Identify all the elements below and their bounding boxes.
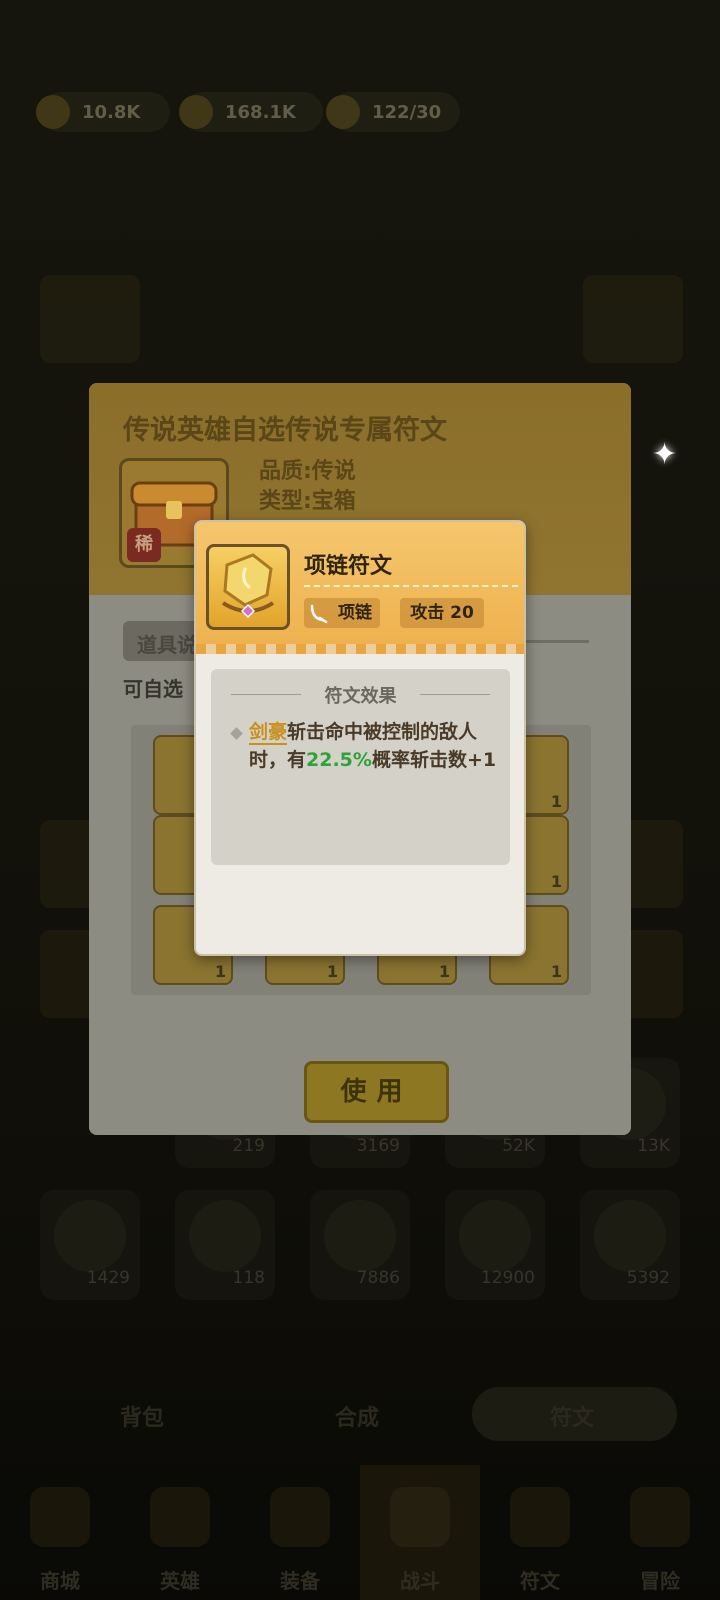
rune-popup-header: 项链符文 项链 攻击 20 xyxy=(196,522,524,654)
necklace-rune-icon xyxy=(221,553,275,619)
chest-type: 类型:宝箱 xyxy=(259,489,356,514)
effect-text-part: 概率斩击数+1 xyxy=(371,749,497,771)
rune-detail-popup: 项链符文 项链 攻击 20 符文效果 剑豪斩击命中被控制的敌人时，有22.5%概… xyxy=(194,520,526,956)
rune-qty: 1 xyxy=(326,962,338,981)
necklace-icon xyxy=(310,604,328,624)
hero-name: 剑豪 xyxy=(249,721,288,745)
bullet-icon xyxy=(230,727,243,740)
effect-percent: 22.5% xyxy=(306,749,372,771)
effect-description: 剑豪斩击命中被控制的敌人时，有22.5%概率斩击数+1 xyxy=(249,718,503,774)
chest-quality: 品质:传说 xyxy=(259,459,356,484)
sparkle-icon: ✦ xyxy=(652,437,678,472)
effect-title: 符文效果 xyxy=(324,686,397,707)
use-button[interactable]: 使用 xyxy=(304,1061,449,1123)
slot-chip: 项链 xyxy=(304,598,380,628)
item-desc-text: 可自选 xyxy=(123,677,183,701)
divider xyxy=(304,585,518,587)
attack-stat-chip: 攻击 20 xyxy=(400,598,484,628)
rune-qty: 1 xyxy=(550,792,562,811)
header-decoration xyxy=(196,644,524,654)
rune-qty: 1 xyxy=(214,962,226,981)
rune-qty: 1 xyxy=(438,962,450,981)
chest-title: 传说英雄自选传说专属符文 xyxy=(123,415,447,446)
rune-effect-panel: 符文效果 剑豪斩击命中被控制的敌人时，有22.5%概率斩击数+1 xyxy=(211,669,510,865)
rune-name: 项链符文 xyxy=(304,554,393,579)
rune-qty: 1 xyxy=(550,872,562,891)
rune-qty: 1 xyxy=(550,962,562,981)
screen: { "resources": [ {"name": "gem", "value"… xyxy=(0,0,720,1600)
rarity-badge: 稀 xyxy=(127,528,161,562)
slot-label: 项链 xyxy=(338,603,372,623)
rune-icon xyxy=(206,544,290,630)
